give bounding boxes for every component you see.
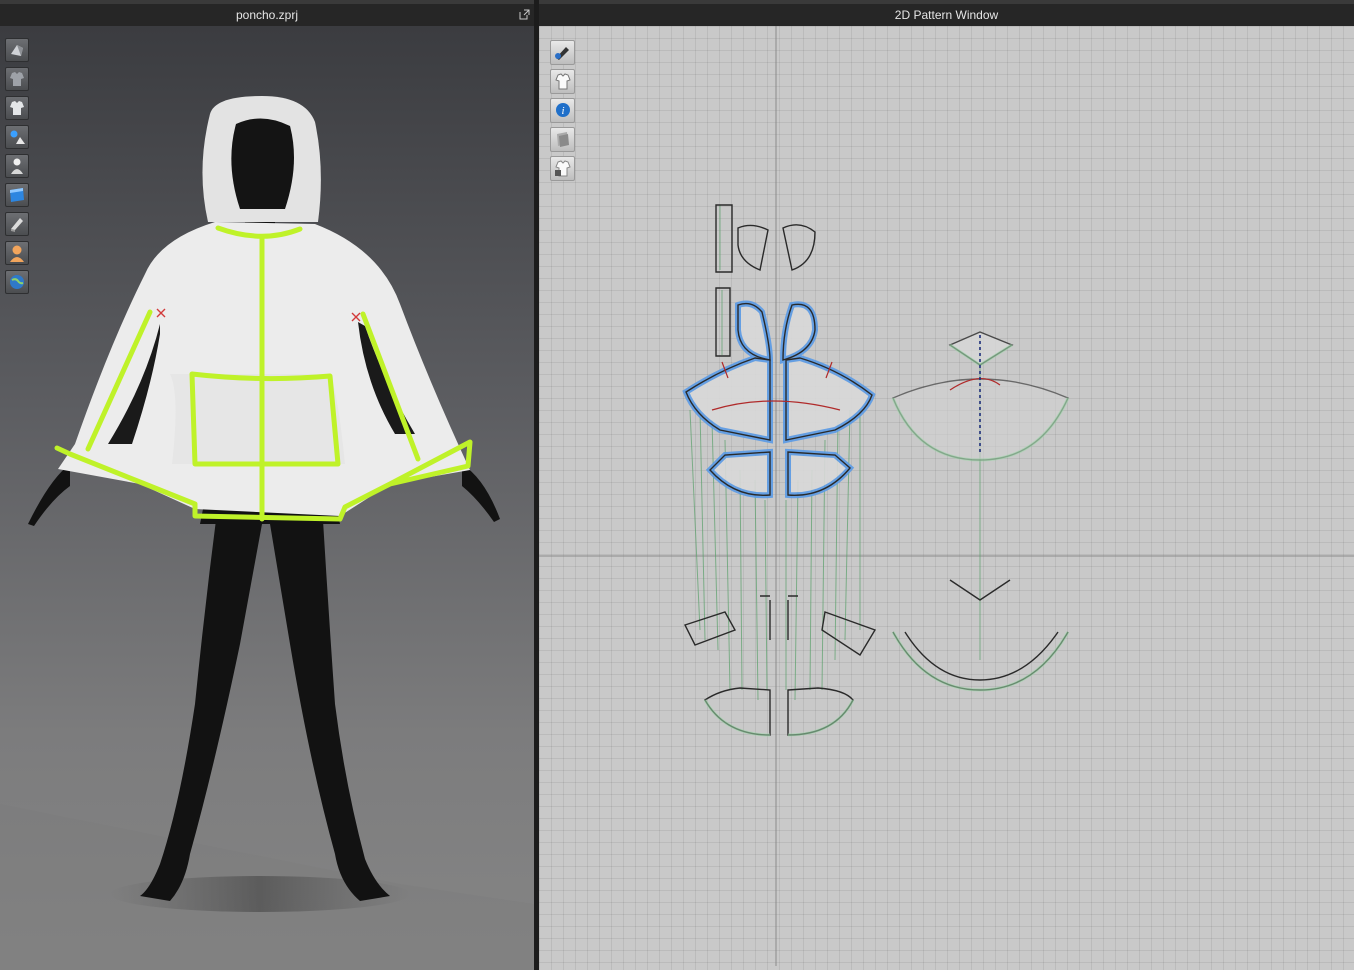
viewport-3d-stage[interactable] <box>0 26 534 970</box>
popout-window-icon[interactable] <box>519 9 530 20</box>
pattern-2d-panel[interactable]: 2D Pattern Window i <box>519 4 1354 970</box>
axis-lines <box>539 26 1354 966</box>
floor-shadow <box>0 804 534 970</box>
pattern-2d-title: 2D Pattern Window <box>539 4 1354 27</box>
viewport-3d-title: poncho.zprj <box>0 4 534 27</box>
avatar-garment-scene[interactable] <box>0 26 534 970</box>
pattern-canvas[interactable] <box>539 26 1354 970</box>
viewport-3d-panel[interactable]: poncho.zprj <box>0 4 534 970</box>
pattern-2d-stage[interactable]: i <box>539 26 1354 970</box>
